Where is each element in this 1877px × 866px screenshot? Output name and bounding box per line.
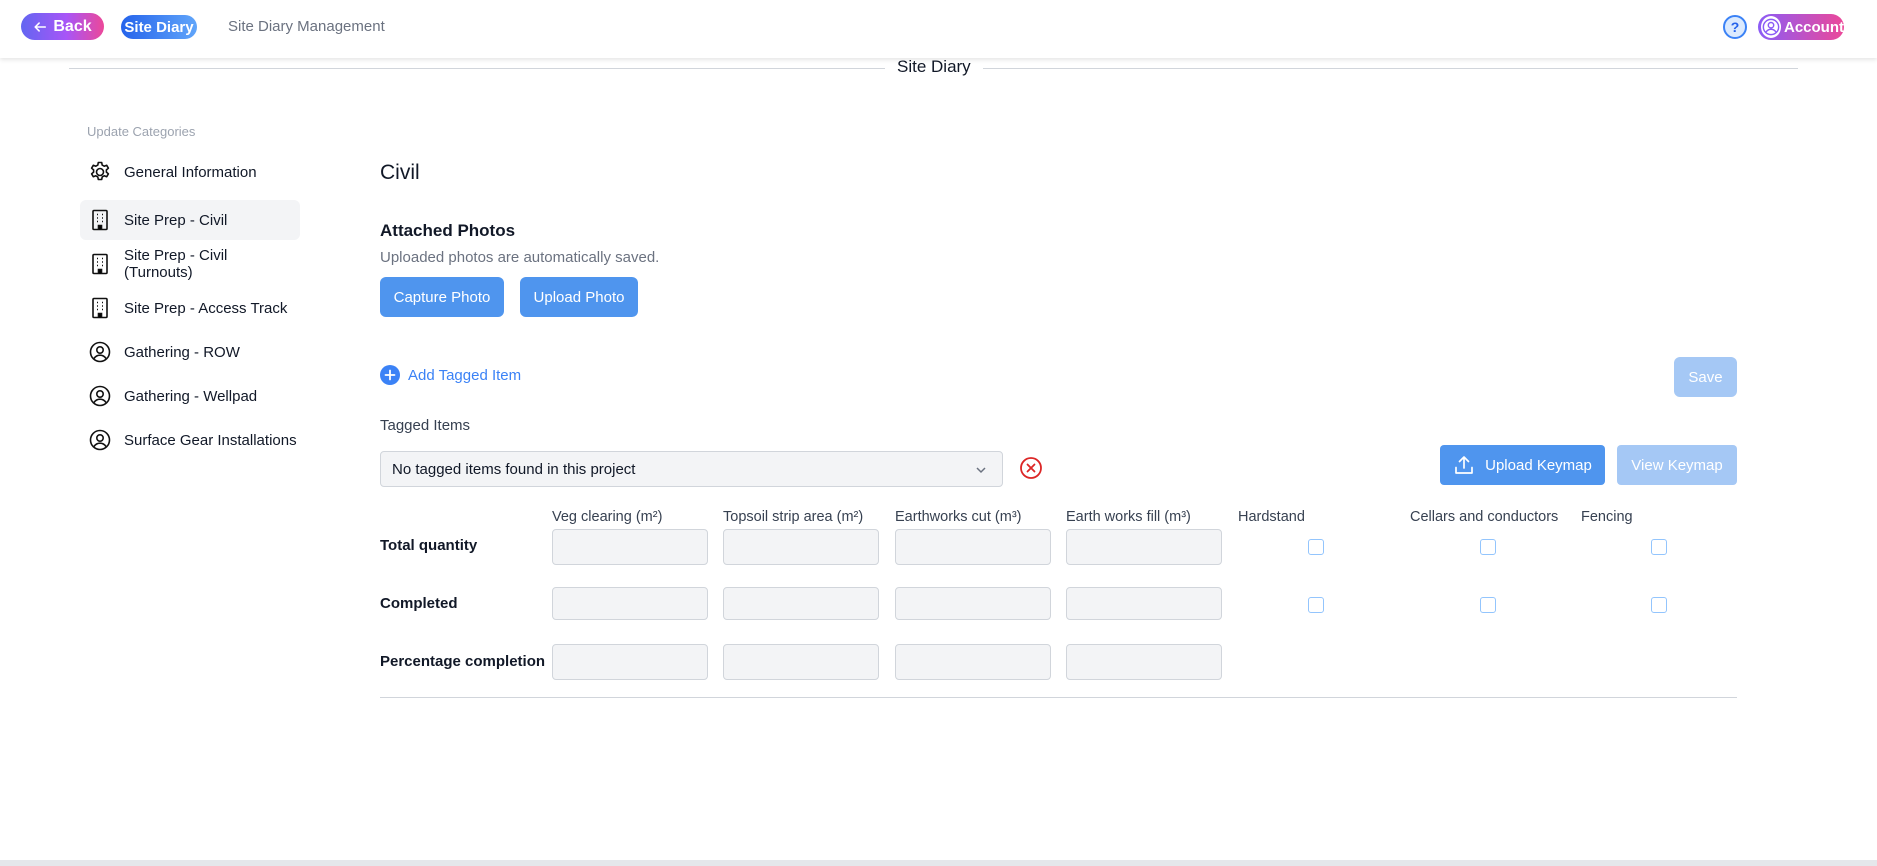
column-header-earth-works-fill: Earth works fill (m³) [1066, 509, 1191, 525]
section-title: Site Diary [885, 57, 983, 77]
total-earthworks-cut-input[interactable] [895, 529, 1051, 565]
question-icon: ? [1730, 19, 1740, 35]
completed-topsoil-strip-input[interactable] [723, 587, 879, 620]
column-header-topsoil-strip: Topsoil strip area (m²) [723, 509, 864, 525]
help-button[interactable]: ? [1723, 15, 1747, 39]
total-fencing-checkbox[interactable] [1651, 539, 1667, 555]
back-button-label: Back [53, 17, 92, 35]
column-header-veg-clearing: Veg clearing (m²) [552, 509, 663, 525]
sidebar-item-label: Site Prep - Access Track [124, 299, 288, 317]
chevron-down-icon [976, 467, 986, 474]
total-topsoil-strip-input[interactable] [723, 529, 879, 565]
row-label-completed: Completed [380, 595, 458, 612]
sidebar-item-gathering-row[interactable]: Gathering - ROW [80, 332, 300, 372]
completed-earthworks-cut-input[interactable] [895, 587, 1051, 620]
column-header-earthworks-cut: Earthworks cut (m³) [895, 509, 1022, 525]
sidebar-item-label: General Information [124, 163, 257, 181]
sidebar-item-label: Surface Gear Installations [124, 431, 297, 449]
sidebar-item-label: Site Prep - Civil [124, 211, 228, 229]
page-title: Civil [380, 161, 420, 184]
upload-keymap-button[interactable]: Upload Keymap [1440, 445, 1605, 485]
completed-veg-clearing-input[interactable] [552, 587, 708, 620]
gear-icon [90, 161, 110, 181]
total-veg-clearing-input[interactable] [552, 529, 708, 565]
percentage-earthworks-cut-input[interactable] [895, 644, 1051, 680]
total-cellars-conductors-checkbox[interactable] [1480, 539, 1496, 555]
arrow-left-icon [34, 21, 47, 32]
attached-photos-subtitle: Uploaded photos are automatically saved. [380, 249, 660, 266]
upload-keymap-label: Upload Keymap [1485, 456, 1592, 474]
add-tagged-item-label: Add Tagged Item [408, 366, 522, 384]
view-keymap-button[interactable]: View Keymap [1617, 445, 1737, 485]
sidebar-item-site-prep-civil[interactable]: Site Prep - Civil [80, 200, 300, 240]
save-button[interactable]: Save [1674, 357, 1737, 397]
page-bottom-edge [0, 860, 1877, 866]
row-label-percentage-completion: Percentage completion [380, 653, 546, 670]
sidebar-item-surface-gear-installations[interactable]: Surface Gear Installations [80, 420, 300, 460]
top-bar: Back Site Diary Site Diary Management ? … [0, 0, 1877, 58]
sidebar-item-general-information[interactable]: General Information [80, 152, 300, 192]
building-icon [92, 253, 108, 275]
building-icon [92, 297, 108, 319]
column-header-fencing: Fencing [1581, 509, 1633, 525]
row-label-total-quantity: Total quantity [380, 537, 478, 554]
column-header-hardstand: Hardstand [1238, 509, 1305, 525]
sidebar-item-label: Gathering - Wellpad [124, 387, 258, 405]
add-tagged-item-button[interactable]: Add Tagged Item [380, 365, 521, 385]
breadcrumb[interactable]: Site Diary Management [228, 18, 385, 35]
upload-icon [1455, 456, 1473, 474]
total-hardstand-checkbox[interactable] [1308, 539, 1324, 555]
form-divider [380, 697, 1737, 698]
percentage-veg-clearing-input[interactable] [552, 644, 708, 680]
account-label: Account [1784, 18, 1844, 36]
total-earth-works-fill-input[interactable] [1066, 529, 1222, 565]
sidebar-item-label: Gathering - ROW [124, 343, 240, 361]
attached-photos-heading: Attached Photos [380, 221, 516, 240]
building-icon [92, 209, 108, 231]
completed-fencing-checkbox[interactable] [1651, 597, 1667, 613]
sidebar-item-gathering-wellpad[interactable]: Gathering - Wellpad [80, 376, 300, 416]
sidebar-item-site-prep-civil-turnouts[interactable]: Site Prep - Civil (Turnouts) [80, 244, 300, 284]
user-circle-icon [89, 341, 111, 363]
sidebar-item-site-prep-access-track[interactable]: Site Prep - Access Track [80, 288, 300, 328]
upload-photo-button[interactable]: Upload Photo [520, 277, 638, 317]
user-circle-icon [1761, 16, 1781, 38]
tagged-items-label: Tagged Items [380, 417, 471, 434]
completed-cellars-conductors-checkbox[interactable] [1480, 597, 1496, 613]
percentage-topsoil-strip-input[interactable] [723, 644, 879, 680]
tagged-items-select[interactable]: No tagged items found in this project [380, 451, 1003, 487]
account-button[interactable]: Account [1758, 14, 1844, 40]
sidebar-heading: Update Categories [87, 124, 196, 139]
capture-photo-button[interactable]: Capture Photo [380, 277, 504, 317]
percentage-earth-works-fill-input[interactable] [1066, 644, 1222, 680]
back-button[interactable]: Back [21, 13, 104, 40]
tagged-items-value: No tagged items found in this project [392, 460, 636, 478]
sidebar-item-label: Site Prep - Civil (Turnouts) [124, 247, 228, 281]
site-diary-brand[interactable]: Site Diary [121, 15, 197, 39]
column-header-cellars-conductors: Cellars and conductors [1410, 509, 1559, 525]
clear-icon[interactable] [1019, 456, 1043, 480]
user-circle-icon [89, 385, 111, 407]
user-circle-icon [89, 429, 111, 451]
plus-circle-icon [380, 365, 400, 385]
completed-earth-works-fill-input[interactable] [1066, 587, 1222, 620]
completed-hardstand-checkbox[interactable] [1308, 597, 1324, 613]
